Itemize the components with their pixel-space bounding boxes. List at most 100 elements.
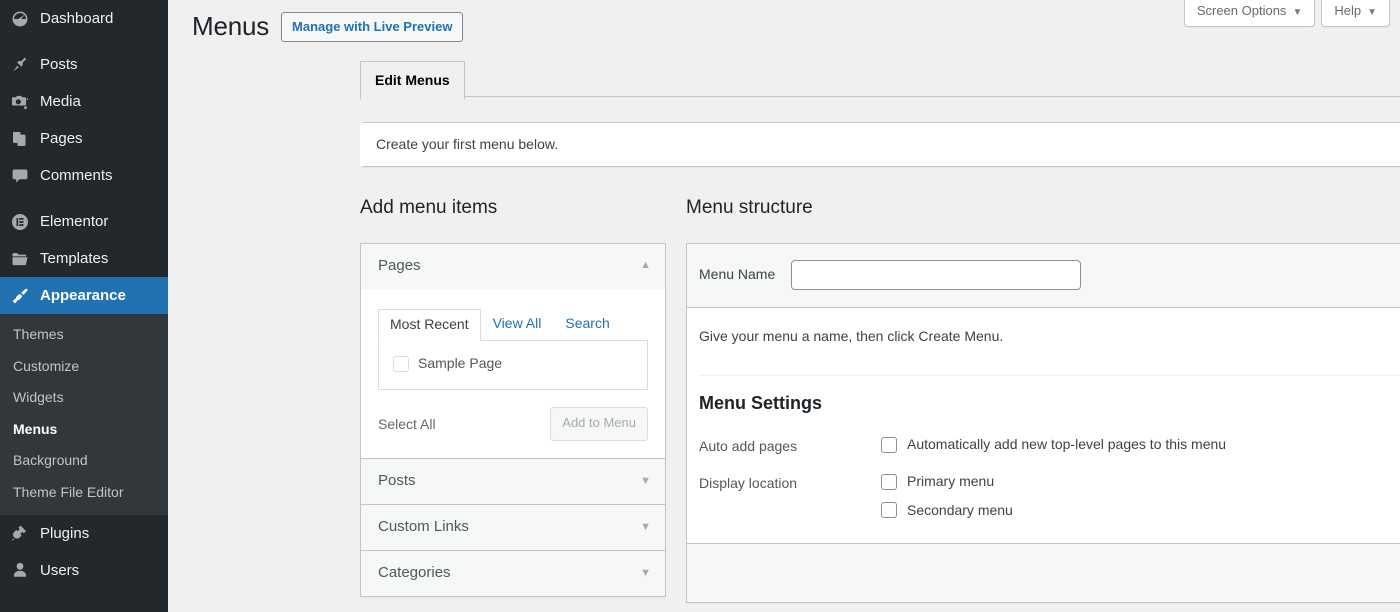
add-to-menu-button: Add to Menu [550,407,648,441]
sidebar-subitem-customize[interactable]: Customize [0,351,168,383]
menu-settings-title: Menu Settings [699,392,1400,415]
sidebar-item-media[interactable]: Media [0,83,168,120]
sidebar-item-pages[interactable]: Pages [0,120,168,157]
notice-text: Create your first menu below. [376,136,558,152]
sidebar-subitem-widgets[interactable]: Widgets [0,382,168,414]
secondary-menu-checkbox[interactable] [881,502,897,518]
notice-create-first-menu: Create your first menu below. [360,122,1400,167]
menu-structure-body: Give your menu a name, then click Create… [687,308,1400,544]
help-button[interactable]: Help ▼ [1321,0,1390,27]
sidebar-subitem-themes[interactable]: Themes [0,319,168,351]
auto-add-pages-field: Automatically add new top-level pages to… [881,435,1226,455]
page-item-label: Sample Page [418,354,502,374]
sidebar-item-dashboard[interactable]: Dashboard [0,0,168,37]
menu-structure-hint: Give your menu a name, then click Create… [699,326,1400,347]
menu-structure-box: Menu Name Give your menu a name, then cl… [686,243,1400,604]
menu-name-bar: Menu Name [687,244,1400,308]
screen-options-button[interactable]: Screen Options▼ [1184,0,1316,27]
wp-admin-screen: Dashboard Posts Media [0,0,1400,612]
sidebar-item-comments[interactable]: Comments [0,157,168,194]
sidebar-subitem-theme-file-editor[interactable]: Theme File Editor [0,477,168,509]
sidebar-item-plugins[interactable]: Plugins [0,515,168,552]
page-header: Menus Manage with Live Preview [192,10,463,44]
menu-structure-column: Menu structure Menu Name Give your menu … [686,196,1400,603]
sidebar-item-label: Media [40,94,81,109]
folder-icon [9,248,31,270]
screen-meta-links: Screen Options▼ Help ▼ [1184,0,1390,27]
user-icon [9,559,31,581]
accordion-section-pages: Pages ▲ Most Recent View All Search [361,244,665,459]
admin-sidebar: Dashboard Posts Media [0,0,168,612]
accordion-header-posts[interactable]: Posts ▼ [361,459,665,504]
menu-structure-heading: Menu structure [686,196,1400,221]
setting-row-display-location: Display location Primary menu Secondary … [699,472,1400,520]
screen-options-label: Screen Options [1197,3,1287,18]
chevron-down-icon: ▼ [1367,7,1377,18]
auto-add-pages-checkbox[interactable] [881,437,897,453]
menu-name-label: Menu Name [699,265,791,285]
sidebar-item-label: Posts [40,57,78,72]
accordion-header-pages[interactable]: Pages ▲ [361,244,665,289]
secondary-menu-label: Secondary menu [907,501,1013,521]
sidebar-subitem-background[interactable]: Background [0,445,168,477]
sidebar-item-label: Appearance [40,288,126,303]
pages-tab-view-all[interactable]: View All [481,308,554,341]
sidebar-item-posts[interactable]: Posts [0,46,168,83]
tab-edit-menus[interactable]: Edit Menus [360,61,465,100]
pushpin-icon [9,54,31,76]
chevron-down-icon: ▼ [640,522,651,533]
chevron-down-icon: ▼ [640,568,651,579]
accordion-header-categories[interactable]: Categories ▼ [361,551,665,596]
paintbrush-icon [9,285,31,307]
sidebar-subitem-menus[interactable]: Menus [0,414,168,446]
chevron-up-icon: ▲ [640,260,651,271]
auto-add-pages-label: Auto add pages [699,435,881,457]
pages-stack-icon [9,128,31,150]
accordion-title: Posts [378,472,416,490]
dashboard-gauge-icon [9,8,31,30]
add-menu-items-column: Add menu items Pages ▲ Most Recent View … [360,196,666,597]
display-location-option-secondary[interactable]: Secondary menu [881,501,1013,521]
auto-add-pages-option[interactable]: Automatically add new top-level pages to… [881,435,1226,455]
sidebar-item-label: Plugins [40,526,89,541]
help-label: Help [1334,3,1361,18]
display-location-field: Primary menu Secondary menu [881,472,1013,520]
main-content: Screen Options▼ Help▼ Menus Manage with … [168,0,1400,612]
sidebar-item-label: Elementor [40,214,108,229]
pages-tab-most-recent[interactable]: Most Recent [378,309,481,342]
manage-with-live-preview-button[interactable]: Manage with Live Preview [281,12,463,43]
plug-icon [9,522,31,544]
sidebar-item-label: Dashboard [40,11,113,26]
pages-tabs: Most Recent View All Search [378,308,648,341]
pages-actions: Select All Add to Menu [378,407,648,441]
menu-name-input[interactable] [791,260,1081,290]
accordion-body-pages: Most Recent View All Search Sample Page [361,289,665,458]
sidebar-item-templates[interactable]: Templates [0,240,168,277]
accordion-title: Categories [378,564,451,582]
add-menu-items-accordion: Pages ▲ Most Recent View All Search [360,243,666,597]
sidebar-item-users[interactable]: Users [0,552,168,589]
select-all-link[interactable]: Select All [378,416,436,432]
accordion-section-posts: Posts ▼ [361,459,665,505]
primary-menu-checkbox[interactable] [881,474,897,490]
primary-menu-label: Primary menu [907,472,994,492]
pages-most-recent-panel: Sample Page [378,340,648,390]
appearance-submenu: Themes Customize Widgets Menus Backgroun… [0,314,168,515]
accordion-title: Custom Links [378,518,469,536]
accordion-section-custom-links: Custom Links ▼ [361,505,665,551]
display-location-label: Display location [699,472,881,494]
add-menu-items-heading: Add menu items [360,196,666,221]
accordion-header-custom-links[interactable]: Custom Links ▼ [361,505,665,550]
accordion-title: Pages [378,257,421,275]
pages-tab-search[interactable]: Search [553,308,621,341]
display-location-option-primary[interactable]: Primary menu [881,472,1013,492]
auto-add-pages-option-label: Automatically add new top-level pages to… [907,435,1226,455]
sidebar-item-appearance[interactable]: Appearance [0,277,168,314]
page-item-checkbox[interactable] [393,356,409,372]
sidebar-item-label: Templates [40,251,108,266]
page-item-sample-page[interactable]: Sample Page [393,354,633,374]
settings-divider [699,375,1400,376]
chevron-down-icon: ▼ [640,476,651,487]
sidebar-item-elementor[interactable]: Elementor [0,203,168,240]
nav-tab-wrapper: Edit Menus [360,60,1400,97]
